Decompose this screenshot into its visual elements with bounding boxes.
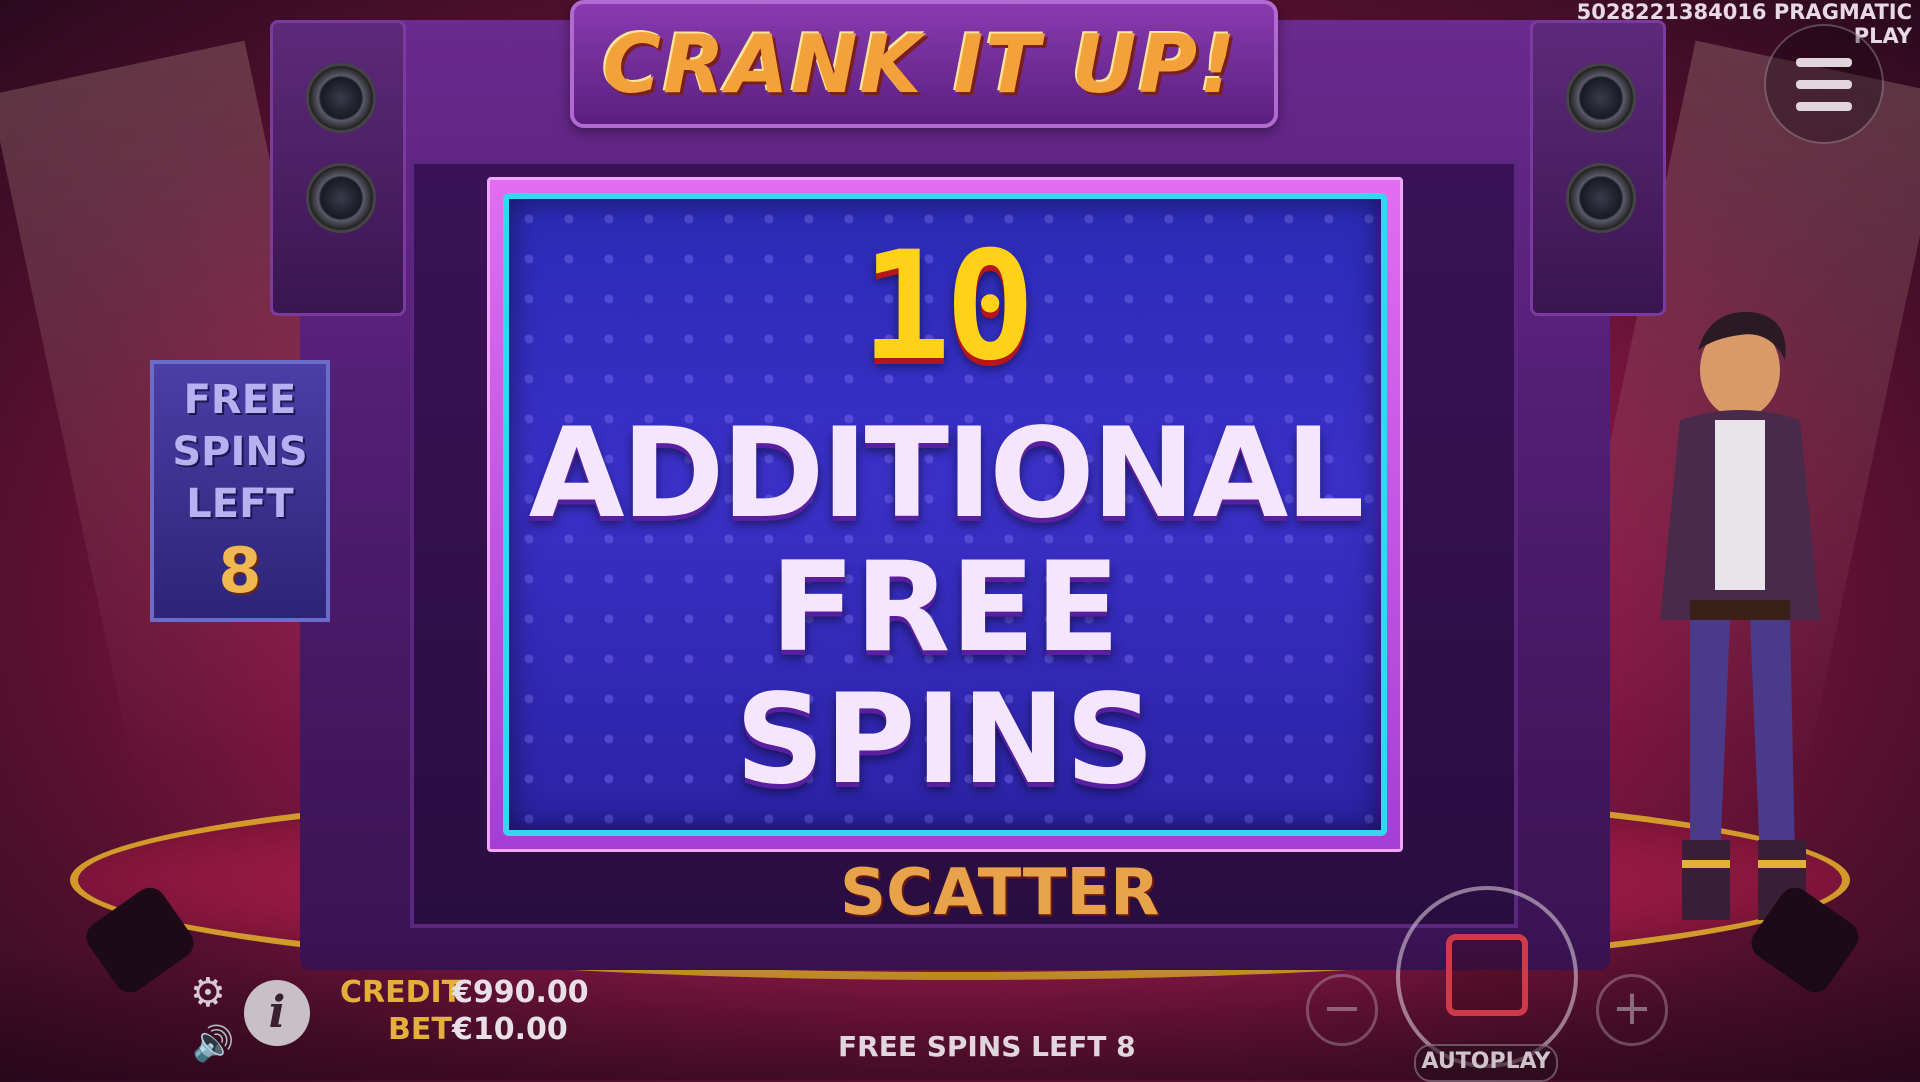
popup-line-free: FREE (770, 536, 1120, 680)
autoplay-button[interactable]: AUTOPLAY (1414, 1044, 1558, 1082)
credit-value: €990.00 (452, 975, 589, 1010)
right-speaker (1530, 20, 1666, 316)
increase-bet-button[interactable]: + (1596, 974, 1668, 1046)
popup-line-spins: SPINS (735, 668, 1155, 812)
popup-spin-count: 10 (860, 220, 1036, 394)
credit-label: CREDIT (340, 975, 463, 1010)
decrease-bet-button[interactable]: − (1306, 974, 1378, 1046)
dancer-character (1660, 311, 1820, 920)
free-spins-left-status: FREE SPINS LEFT 8 (838, 1030, 1136, 1063)
info-icon[interactable]: i (244, 980, 310, 1046)
stop-icon[interactable] (1446, 934, 1528, 1016)
free-spins-panel-count: 8 (218, 534, 262, 607)
popup-line-additional: ADDITIONAL (528, 402, 1365, 546)
bet-value: €10.00 (452, 1012, 568, 1047)
free-spins-left-panel: FREE SPINS LEFT 8 (150, 360, 330, 622)
free-spins-panel-label: FREE SPINS LEFT (172, 377, 308, 527)
speaker-icon[interactable]: 🔊 (192, 1024, 234, 1064)
bet-label: BET (388, 1012, 452, 1047)
scatter-symbol-label: SCATTER (840, 856, 1160, 930)
round-id: 5028221384016 (1576, 0, 1767, 24)
hamburger-menu-icon[interactable] (1764, 24, 1884, 144)
left-speaker (270, 20, 406, 316)
game-logo: CRANK IT UP! (602, 18, 1238, 111)
gear-icon[interactable]: ⚙ (190, 970, 226, 1016)
